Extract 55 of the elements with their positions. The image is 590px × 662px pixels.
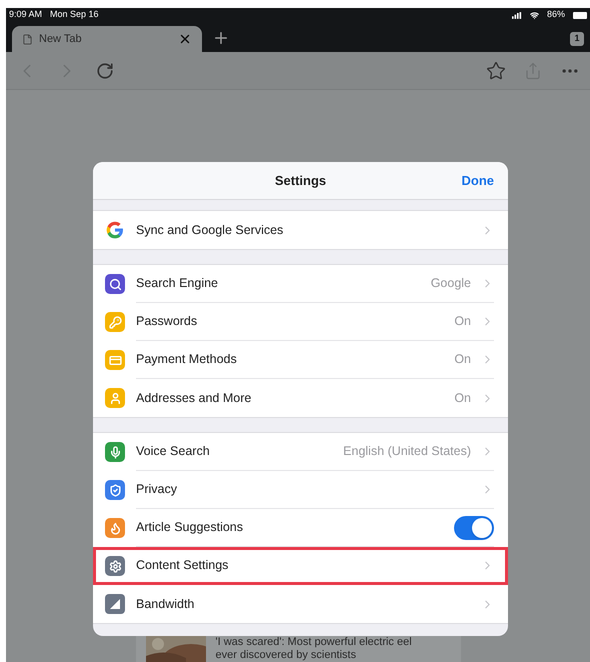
page-icon [22, 34, 33, 44]
done-button[interactable]: Done [462, 170, 494, 190]
person-icon [105, 388, 125, 408]
settings-row[interactable]: Sync and Google Services [93, 211, 508, 249]
flame-icon [105, 518, 125, 538]
settings-row[interactable]: Privacy [93, 471, 508, 509]
row-label: Content Settings [136, 557, 230, 574]
toggle-switch[interactable] [454, 516, 494, 540]
row-label: Payment Methods [136, 351, 238, 368]
browser-tab[interactable]: New Tab [12, 26, 202, 52]
row-value: Google [430, 275, 471, 292]
settings-row[interactable]: Article Suggestions [93, 509, 508, 547]
settings-row[interactable]: Passwords On [93, 303, 508, 341]
settings-row[interactable]: Content Settings [93, 547, 508, 585]
row-value: On [454, 351, 471, 368]
row-label: Voice Search [136, 443, 211, 460]
signal-icon [512, 12, 522, 18]
star-icon[interactable] [486, 60, 506, 80]
row-label: Bandwidth [136, 596, 196, 613]
settings-row[interactable]: Bandwidth [93, 585, 508, 623]
row-value: English (United States) [343, 443, 471, 460]
wifi-icon [530, 10, 539, 20]
battery-icon [573, 12, 587, 18]
shield-icon [105, 480, 125, 500]
close-icon[interactable] [178, 32, 192, 46]
tab-title: New Tab [39, 32, 83, 47]
row-label: Addresses and More [136, 390, 252, 407]
settings-row[interactable]: Search Engine Google [93, 265, 508, 303]
settings-row[interactable]: Payment Methods On [93, 341, 508, 379]
row-label: Sync and Google Services [136, 222, 284, 239]
new-tab-icon[interactable] [212, 29, 230, 47]
row-value: On [454, 390, 471, 407]
row-label: Passwords [136, 313, 198, 330]
bandwidth-icon [105, 594, 125, 614]
key-icon [105, 312, 125, 332]
settings-row[interactable]: Voice Search English (United States) [93, 433, 508, 471]
card-icon [105, 350, 125, 370]
google-logo-icon [105, 220, 125, 240]
dialog-title: Settings [274, 172, 326, 190]
tab-count[interactable]: 1 [570, 32, 584, 46]
article-card[interactable]: 'I was scared': Most powerful electric eel ever discovered by scientists [136, 636, 460, 662]
microphone-icon [105, 442, 125, 462]
battery-percent: 86% [546, 8, 565, 22]
row-label: Search Engine [136, 275, 220, 292]
settings-icon [105, 556, 125, 576]
row-value: On [454, 313, 471, 330]
settings-row[interactable]: Addresses and More On [93, 379, 508, 417]
status-date: Mon Sep 16 [50, 8, 99, 22]
row-label: Article Suggestions [136, 519, 244, 536]
article-headline: 'I was scared': Most powerful electric eel [216, 636, 412, 649]
status-time: 9:09 AM [9, 8, 42, 22]
article-headline: ever discovered by scientists [216, 649, 358, 662]
search-icon [105, 274, 125, 294]
reload-icon[interactable] [96, 62, 114, 80]
row-label: Privacy [136, 481, 178, 498]
